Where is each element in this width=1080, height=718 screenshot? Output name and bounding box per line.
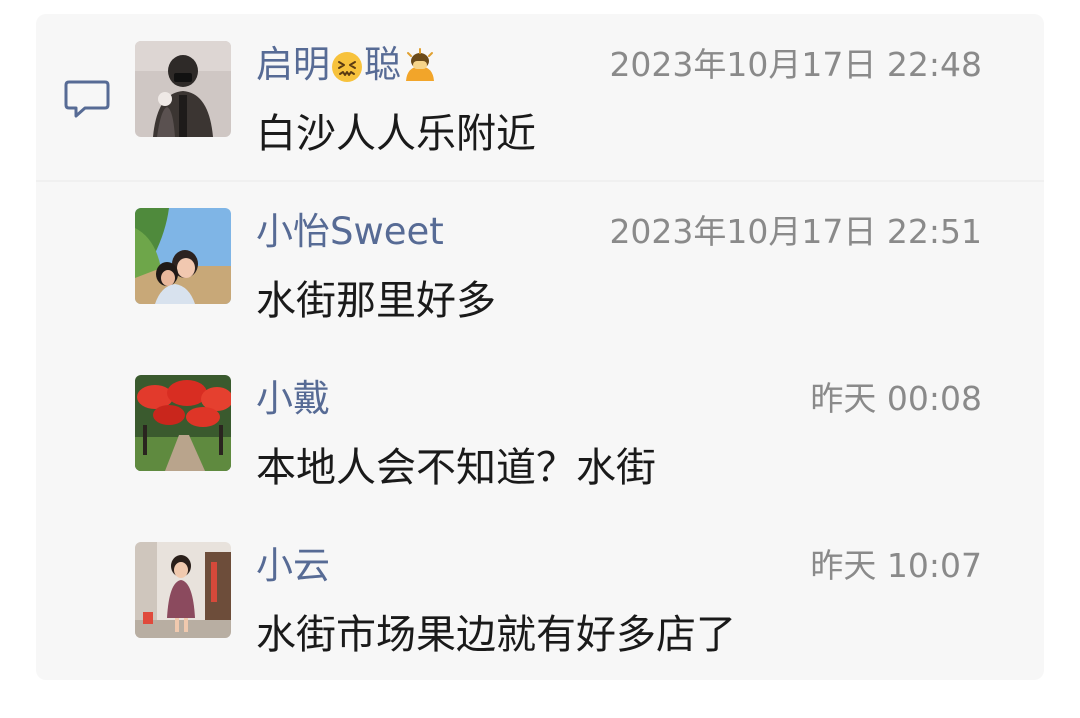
comment-text: 水街市场果边就有好多店了 — [256, 612, 736, 658]
commenter-name[interactable]: 小怡Sweet — [256, 210, 444, 254]
comment-text: 白沙人人乐附近 — [256, 111, 536, 157]
comment-time: 昨天 00:08 — [810, 379, 982, 418]
comment-item[interactable]: 小戴 昨天 00:08 本地人会不知道？水街 — [135, 375, 995, 515]
comment-item[interactable]: 启明 聪 2023年10月17日 22:48 白沙人人乐附近 — [135, 41, 995, 181]
avatar[interactable] — [135, 375, 231, 471]
comment-item[interactable]: 小怡Sweet 2023年10月17日 22:51 水街那里好多 — [135, 208, 995, 348]
comment-bubble-icon[interactable] — [63, 78, 111, 122]
comment-text: 本地人会不知道？水街 — [256, 445, 656, 491]
commenter-name[interactable]: 启明 聪 — [256, 43, 439, 87]
comment-time: 2023年10月17日 22:51 — [609, 212, 982, 251]
comment-time: 2023年10月17日 22:48 — [609, 45, 982, 84]
comment-item[interactable]: 小云 昨天 10:07 水街市场果边就有好多店了 — [135, 542, 995, 682]
commenter-name[interactable]: 小戴 — [256, 377, 330, 421]
confounded-face-emoji — [332, 52, 362, 82]
comment-text: 水街那里好多 — [256, 278, 496, 324]
person-bowing-emoji — [406, 48, 434, 81]
avatar[interactable] — [135, 542, 231, 638]
avatar[interactable] — [135, 41, 231, 137]
comment-time: 昨天 10:07 — [810, 546, 982, 585]
commenter-name[interactable]: 小云 — [256, 544, 330, 588]
avatar[interactable] — [135, 208, 231, 304]
